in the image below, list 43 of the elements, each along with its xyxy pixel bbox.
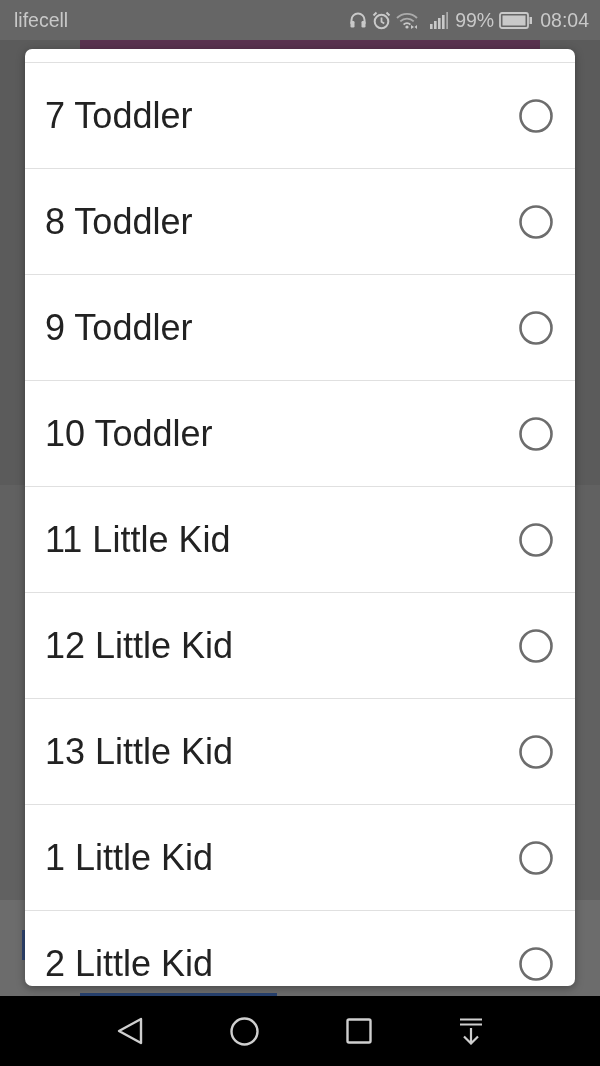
radio-button[interactable] xyxy=(519,734,553,769)
radio-button[interactable] xyxy=(519,628,553,663)
clock-time: 08:04 xyxy=(540,8,589,32)
circle-icon xyxy=(229,1016,259,1046)
option-label: 10 Toddler xyxy=(45,415,213,452)
battery-icon xyxy=(499,11,534,29)
option-row[interactable]: 7 Toddler xyxy=(25,62,575,168)
radio-button[interactable] xyxy=(519,310,553,345)
radio-button[interactable] xyxy=(519,522,553,557)
notifications-button[interactable] xyxy=(459,1017,484,1045)
square-icon xyxy=(346,1018,373,1044)
radio-button[interactable] xyxy=(519,416,553,451)
signal-icon xyxy=(429,11,450,29)
option-row[interactable]: 12 Little Kid xyxy=(25,592,575,698)
home-button[interactable] xyxy=(229,1016,259,1046)
down-arrow-icon xyxy=(459,1017,484,1045)
radio-button[interactable] xyxy=(519,98,553,133)
option-row[interactable]: 8 Toddler xyxy=(25,168,575,274)
option-label: 1 Little Kid xyxy=(45,839,214,876)
option-label: 13 Little Kid xyxy=(45,733,234,770)
option-row[interactable]: 10 Toddler xyxy=(25,380,575,486)
option-row[interactable]: 11 Little Kid xyxy=(25,486,575,592)
back-button[interactable] xyxy=(116,1017,143,1045)
option-label: 7 Toddler xyxy=(45,97,193,134)
option-row[interactable]: 2 Little Kid xyxy=(25,910,575,986)
option-label: 9 Toddler xyxy=(45,309,193,346)
option-row[interactable]: 13 Little Kid xyxy=(25,698,575,804)
option-row[interactable]: 9 Toddler xyxy=(25,274,575,380)
battery-percentage: 99% xyxy=(455,8,495,32)
headphones-icon xyxy=(349,11,368,29)
recents-button[interactable] xyxy=(346,1018,373,1044)
option-row[interactable]: 1 Little Kid xyxy=(25,804,575,910)
alarm-clock-icon xyxy=(372,10,392,30)
wifi-icon xyxy=(396,11,419,29)
option-label: 2 Little Kid xyxy=(45,945,214,982)
triangle-icon xyxy=(116,1017,143,1045)
radio-button[interactable] xyxy=(519,840,553,875)
radio-button[interactable] xyxy=(519,204,553,239)
carrier-name: lifecell xyxy=(14,8,69,32)
radio-button[interactable] xyxy=(519,946,553,981)
option-label: 8 Toddler xyxy=(45,203,193,240)
option-label: 11 Little Kid xyxy=(45,521,231,558)
option-label: 12 Little Kid xyxy=(45,627,234,664)
